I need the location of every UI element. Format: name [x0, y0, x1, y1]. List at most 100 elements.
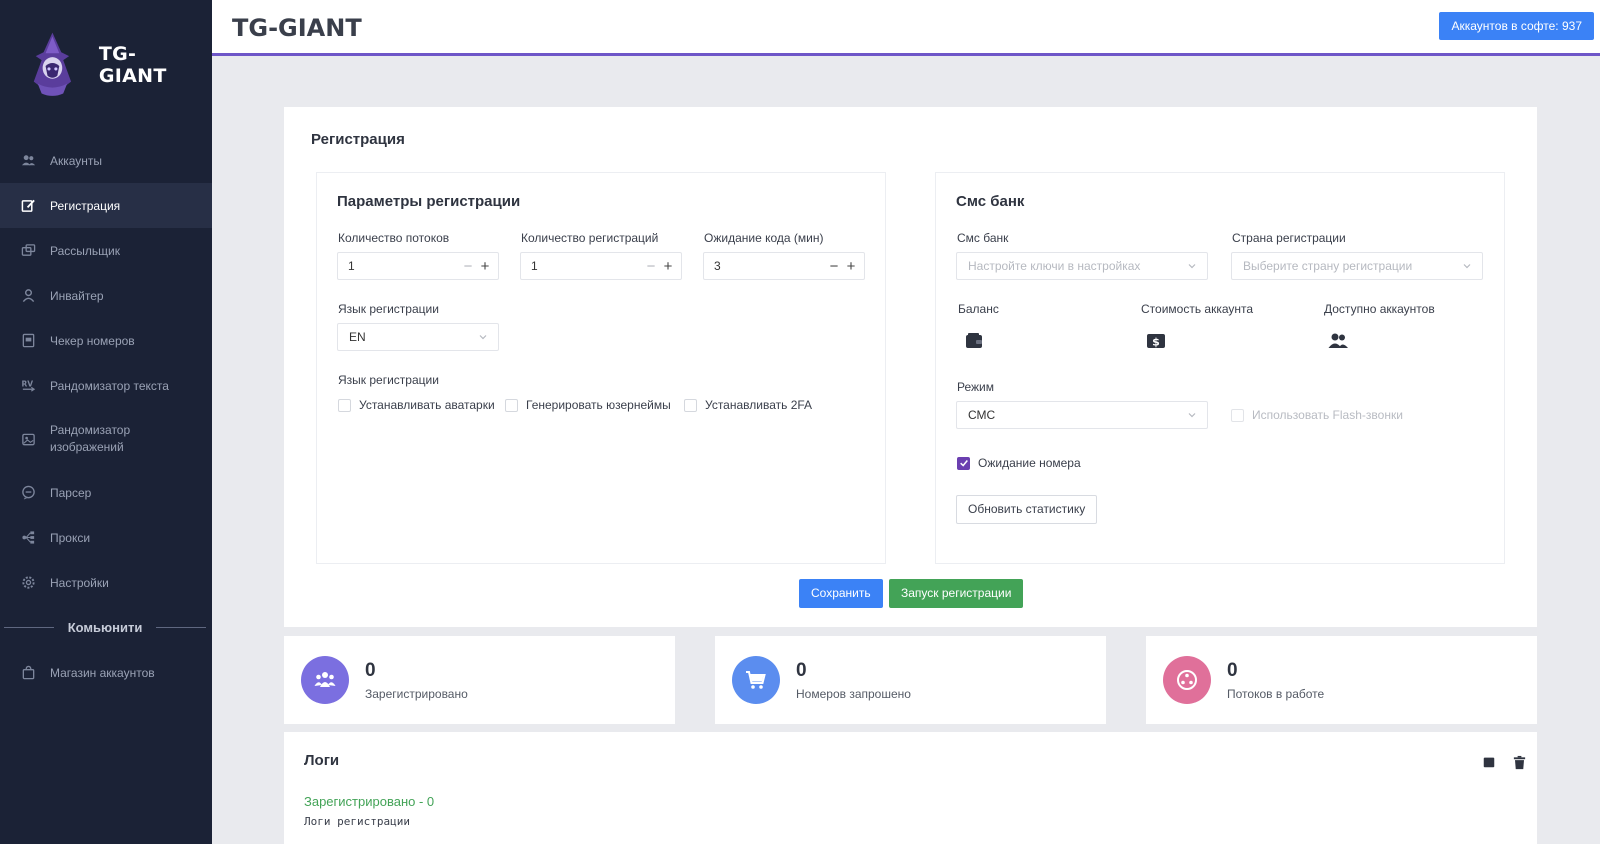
sidebar-item-number-checker[interactable]: Чекер номеров: [0, 318, 212, 363]
params-title: Параметры регистрации: [337, 193, 521, 210]
threads-stepper[interactable]: 1 − +: [337, 252, 499, 280]
chevron-down-icon: [1187, 410, 1197, 420]
sidebar-item-settings[interactable]: Настройки: [0, 560, 212, 605]
generate-usernames-checkbox[interactable]: Генерировать юзернеймы: [505, 398, 671, 412]
set-avatars-checkbox[interactable]: Устанавливать аватарки: [338, 398, 495, 412]
sidebar-item-accounts[interactable]: Аккаунты: [0, 138, 212, 183]
save-button[interactable]: Сохранить: [799, 579, 883, 608]
threads-value: 1: [348, 259, 355, 273]
trash-icon[interactable]: [1511, 754, 1527, 770]
sidebar-item-parser[interactable]: Парсер: [0, 470, 212, 515]
country-select[interactable]: Выберите страну регистрации: [1231, 252, 1483, 280]
dollar-card-icon: $: [1147, 334, 1165, 349]
top-header: TG-GIANT Аккаунтов в софте: 937: [212, 0, 1600, 56]
checkbox-box[interactable]: [338, 398, 351, 412]
start-registration-button[interactable]: Запуск регистрации: [889, 579, 1024, 608]
logs-registered-line: Зарегистрировано - 0: [304, 794, 435, 809]
registrations-label: Количество регистраций: [521, 231, 659, 245]
numbers-requested-caption: Номеров запрошено: [796, 687, 911, 701]
cart-icon: [732, 656, 780, 704]
options-label: Язык регистрации: [338, 373, 439, 387]
sms-bank-panel: Смс банк Смс банк Настройте ключи в наст…: [935, 172, 1505, 564]
sidebar-item-proxy[interactable]: Прокси: [0, 515, 212, 560]
checkbox-box[interactable]: [684, 398, 697, 412]
active-threads-count: 0: [1227, 660, 1238, 681]
plus-icon[interactable]: +: [661, 258, 675, 275]
chat-icon: [20, 485, 36, 501]
plus-icon[interactable]: +: [478, 258, 492, 275]
sidebar-item-mailer[interactable]: Рассыльщик: [0, 228, 212, 273]
sidebar-nav: Аккаунты Регистрация Рассыльщик Инвайтер…: [0, 138, 212, 605]
sidebar-item-text-randomizer[interactable]: RV Рандомизатор текста: [0, 363, 212, 408]
sms-bank-select[interactable]: Настройте ключи в настройках: [956, 252, 1208, 280]
sidebar: TG-GIANT Аккаунты Регистрация Рассыльщик…: [0, 0, 212, 844]
checkbox-box[interactable]: [1231, 408, 1244, 422]
country-label: Страна регистрации: [1232, 231, 1346, 245]
minus-icon[interactable]: −: [461, 258, 475, 275]
messages-icon: [20, 243, 36, 259]
svg-text:RV: RV: [21, 379, 33, 388]
sidebar-item-label: Парсер: [50, 485, 92, 500]
sidebar-item-registration[interactable]: Регистрация: [0, 183, 212, 228]
stop-icon[interactable]: [1481, 754, 1497, 770]
svg-text:$: $: [1152, 336, 1160, 349]
gear-icon: [20, 575, 36, 591]
registered-caption: Зарегистрировано: [365, 687, 468, 701]
sidebar-item-label: Инвайтер: [50, 288, 104, 303]
sidebar-item-inviter[interactable]: Инвайтер: [0, 273, 212, 318]
users-icon: [1328, 333, 1348, 348]
registrations-value: 1: [531, 259, 538, 273]
set-2fa-checkbox[interactable]: Устанавливать 2FA: [684, 398, 812, 412]
stat-card-active-threads: 0 Потоков в работе: [1146, 636, 1537, 724]
stat-card-registered: 0 Зарегистрировано: [284, 636, 675, 724]
registration-title: Регистрация: [311, 131, 405, 148]
wait-number-label: Ожидание номера: [978, 456, 1081, 470]
sidebar-item-label: Прокси: [50, 530, 91, 545]
registration-card: Регистрация Параметры регистрации Количе…: [284, 107, 1537, 627]
refresh-stats-button[interactable]: Обновить статистику: [956, 495, 1098, 524]
user-icon: [20, 288, 36, 304]
wait-code-label: Ожидание кода (мин): [704, 231, 824, 245]
minus-icon[interactable]: −: [644, 258, 658, 275]
id-card-icon: [20, 333, 36, 349]
sidebar-item-account-shop[interactable]: Магазин аккаунтов: [0, 650, 212, 695]
language-select[interactable]: EN: [337, 323, 499, 351]
plus-icon[interactable]: +: [844, 258, 858, 275]
wait-number-checkbox[interactable]: Ожидание номера: [957, 456, 1081, 470]
page-title: TG-GIANT: [232, 14, 362, 42]
users-icon: [20, 153, 36, 169]
logs-registration-line: Логи регистрации: [304, 815, 410, 828]
brand[interactable]: TG-GIANT: [22, 30, 202, 100]
chevron-down-icon: [478, 332, 488, 342]
language-label: Язык регистрации: [338, 302, 439, 316]
set-2fa-label: Устанавливать 2FA: [705, 398, 813, 412]
stat-card-numbers-requested: 0 Номеров запрошено: [715, 636, 1106, 724]
sidebar-item-label: Рассыльщик: [50, 243, 120, 258]
chevron-down-icon: [1187, 261, 1197, 271]
checkmark-icon: [959, 460, 968, 467]
divider-line: [4, 626, 54, 628]
sidebar-item-label: Рандомизатор изображений: [50, 423, 131, 454]
accounts-count-badge[interactable]: Аккаунтов в софте: 937: [1439, 12, 1594, 40]
minus-icon[interactable]: −: [827, 258, 841, 275]
checkbox-box[interactable]: [957, 456, 970, 470]
sidebar-item-label: Настройки: [50, 575, 109, 590]
language-value: EN: [349, 330, 366, 344]
sms-bank-label: Смс банк: [957, 231, 1009, 245]
wait-code-stepper[interactable]: 3 − +: [703, 252, 865, 280]
wallet-icon: [966, 333, 982, 348]
checkbox-box[interactable]: [505, 398, 518, 412]
numbers-requested-count: 0: [796, 660, 807, 681]
country-placeholder: Выберите страну регистрации: [1243, 259, 1413, 273]
registered-count: 0: [365, 660, 376, 681]
flash-calls-checkbox[interactable]: Использовать Flash-звонки: [1231, 408, 1403, 422]
set-avatars-label: Устанавливать аватарки: [359, 398, 495, 412]
sidebar-item-image-randomizer[interactable]: Рандомизатор изображений: [0, 408, 212, 470]
registrations-stepper[interactable]: 1 − +: [520, 252, 682, 280]
mode-select[interactable]: СМС: [956, 401, 1208, 429]
mode-label: Режим: [957, 380, 994, 394]
available-accounts-label: Доступно аккаунтов: [1324, 302, 1435, 316]
community-divider: Комьюнити: [0, 615, 212, 639]
threads-icon: [1163, 656, 1211, 704]
divider-line: [156, 626, 206, 628]
